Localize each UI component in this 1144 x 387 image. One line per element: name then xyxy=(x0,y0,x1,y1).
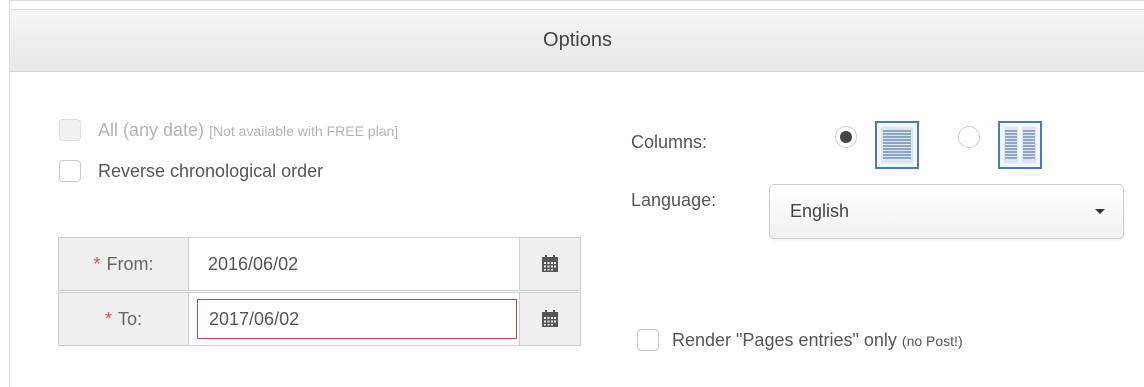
calendar-icon xyxy=(542,310,558,327)
to-label: * To: xyxy=(58,292,189,346)
all-dates-label: All (any date) [Not available with FREE … xyxy=(98,119,399,140)
language-label: Language: xyxy=(631,190,717,210)
reverse-order-checkbox[interactable] xyxy=(59,160,81,182)
pages-only-checkbox[interactable] xyxy=(637,329,659,351)
columns-single-radio[interactable] xyxy=(835,126,857,148)
required-mark: * xyxy=(93,253,101,274)
required-mark: * xyxy=(104,308,112,329)
language-selected-value: English xyxy=(790,201,850,221)
page-two-column-icon[interactable] xyxy=(996,120,1044,170)
pages-only-option[interactable]: Render "Pages entries" only (no Post!) xyxy=(637,329,963,351)
columns-label: Columns: xyxy=(631,132,708,152)
to-calendar-button[interactable] xyxy=(519,292,581,346)
calendar-icon xyxy=(542,255,558,272)
from-label: * From: xyxy=(58,237,189,291)
to-date-field[interactable] xyxy=(189,292,519,346)
free-plan-note: [Not available with FREE plan] xyxy=(209,122,399,139)
from-date-group: * From: xyxy=(58,237,581,291)
from-date-field[interactable] xyxy=(189,237,519,291)
to-date-input[interactable] xyxy=(197,299,517,339)
panel-title: Options xyxy=(543,29,612,51)
all-dates-checkbox xyxy=(59,119,81,141)
panel-header: Options xyxy=(10,9,1144,72)
language-select[interactable]: English xyxy=(769,184,1124,239)
from-date-input[interactable] xyxy=(189,238,519,290)
pages-only-label: Render "Pages entries" only (no Post!) xyxy=(672,329,963,350)
from-calendar-button[interactable] xyxy=(519,237,581,291)
caret-down-icon xyxy=(1095,209,1105,214)
reverse-order-option[interactable]: Reverse chronological order xyxy=(59,160,323,182)
page-single-column-icon[interactable] xyxy=(873,120,921,170)
columns-two-radio[interactable] xyxy=(958,126,980,148)
all-dates-option: All (any date) [Not available with FREE … xyxy=(59,119,398,141)
to-date-group: * To: xyxy=(58,292,581,346)
reverse-order-label: Reverse chronological order xyxy=(98,160,324,181)
no-post-note: (no Post!) xyxy=(901,332,963,349)
